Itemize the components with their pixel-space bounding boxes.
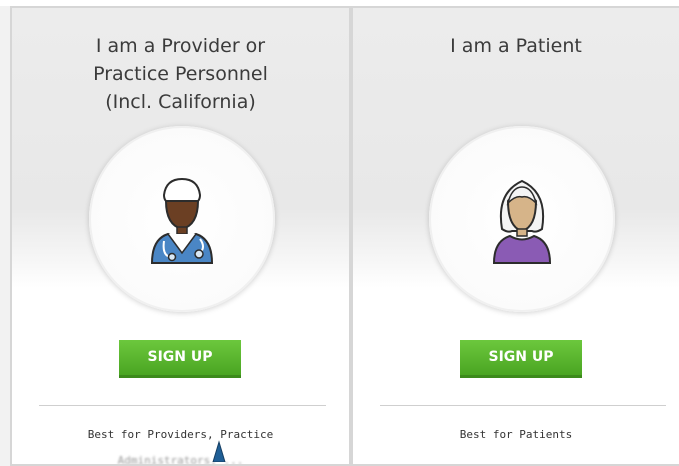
- provider-divider: [39, 405, 326, 406]
- provider-best-for-text: Best for Providers, Practice: [87, 428, 274, 441]
- patient-avatar-icon: [492, 179, 552, 264]
- provider-signup-button[interactable]: SIGN UP: [119, 340, 241, 378]
- patient-signup-button[interactable]: SIGN UP: [460, 340, 582, 378]
- provider-card-title: I am a Provider or Practice Personnel (I…: [93, 35, 268, 113]
- patient-divider: [380, 405, 666, 406]
- provider-avatar-ring: [89, 126, 275, 312]
- provider-card[interactable]: I am a Provider or Practice Personnel (I…: [10, 6, 351, 466]
- provider-best-for-continued: Administrators, ...: [117, 454, 244, 466]
- doctor-avatar-icon: [150, 177, 214, 264]
- patient-card[interactable]: I am a Patient SIGN UP Best for Patients: [351, 6, 679, 466]
- patient-avatar-ring: [429, 126, 615, 312]
- patient-card-title: I am a Patient: [450, 35, 582, 57]
- patient-best-for-text: Best for Patients: [459, 428, 573, 441]
